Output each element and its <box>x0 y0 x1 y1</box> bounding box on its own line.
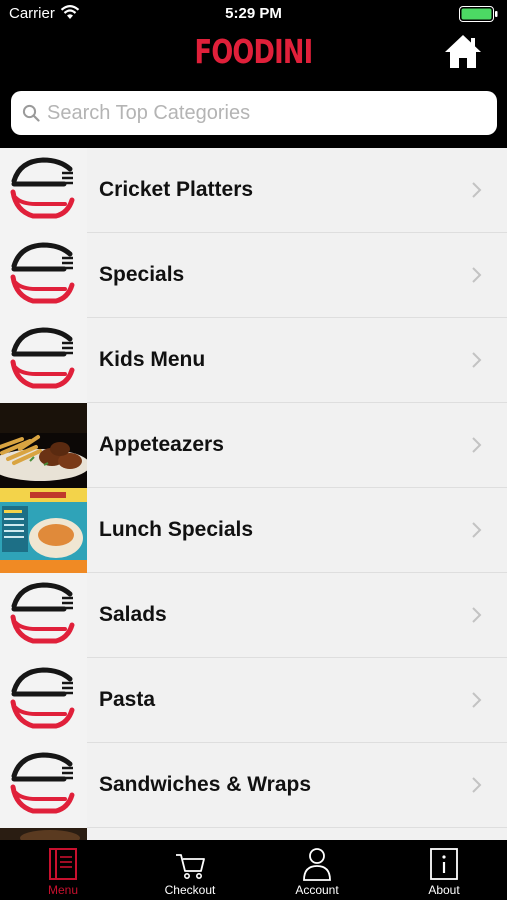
category-row-kids-menu[interactable]: Kids Menu <box>0 318 507 403</box>
category-row-appeteazers[interactable]: Appeteazers <box>0 403 507 488</box>
chevron-right-icon <box>472 777 482 793</box>
category-label: Salads <box>99 603 167 626</box>
category-label: Pasta <box>99 688 156 711</box>
category-row-lunch-specials[interactable]: Lunch Specials <box>0 488 507 573</box>
category-label: Lunch Specials <box>99 518 254 541</box>
chevron-right-icon <box>472 437 482 453</box>
restaurant-logo-icon <box>0 743 87 828</box>
category-list: Cricket Platters Specials Kids Menu Appe… <box>0 148 507 840</box>
category-row-sandwiches-wraps[interactable]: Sandwiches & Wraps <box>0 743 507 828</box>
search-icon <box>22 104 40 122</box>
category-row-partial[interactable] <box>0 828 507 840</box>
tab-about[interactable]: About <box>381 840 507 900</box>
category-row-specials[interactable]: Specials <box>0 233 507 318</box>
food-photo-thumbnail <box>0 828 87 840</box>
tab-label: About <box>428 883 460 897</box>
restaurant-logo-icon <box>0 573 87 658</box>
restaurant-logo-icon <box>0 233 87 318</box>
category-row-pasta[interactable]: Pasta <box>0 658 507 743</box>
chevron-right-icon <box>472 692 482 708</box>
battery-icon <box>459 6 498 22</box>
restaurant-logo-icon <box>0 148 87 233</box>
category-row-salads[interactable]: Salads <box>0 573 507 658</box>
tab-checkout[interactable]: Checkout <box>127 840 253 900</box>
tab-label: Account <box>295 883 339 897</box>
status-time: 5:29 PM <box>225 5 282 22</box>
app-title: FOODINI <box>194 32 314 71</box>
chevron-right-icon <box>472 352 482 368</box>
chevron-right-icon <box>472 522 482 538</box>
restaurant-logo-icon <box>0 318 87 403</box>
tab-bar: Menu Checkout Account About <box>0 840 507 900</box>
search-input[interactable] <box>47 91 487 135</box>
cart-icon <box>176 854 205 879</box>
food-photo-thumbnail <box>0 403 87 488</box>
restaurant-logo-icon <box>0 658 87 743</box>
category-label: Cricket Platters <box>99 178 254 201</box>
category-label: Kids Menu <box>99 348 206 371</box>
tab-menu[interactable]: Menu <box>0 840 126 900</box>
chevron-right-icon <box>472 182 482 198</box>
status-bar: Carrier 5:29 PM <box>0 0 507 28</box>
category-label: Appeteazers <box>99 433 224 456</box>
chevron-right-icon <box>472 607 482 623</box>
search-bar <box>11 91 497 135</box>
category-label: Specials <box>99 263 185 286</box>
app-header: FOODINI <box>0 28 507 80</box>
tab-label: Checkout <box>164 883 216 897</box>
tab-account[interactable]: Account <box>254 840 380 900</box>
menu-book-icon <box>49 848 77 880</box>
person-icon <box>303 848 331 881</box>
info-icon <box>430 848 458 880</box>
tab-label: Menu <box>47 883 79 897</box>
category-row-cricket-platters[interactable]: Cricket Platters <box>0 148 507 233</box>
category-label: Sandwiches & Wraps <box>99 773 312 796</box>
promo-flyer-thumbnail <box>0 488 87 573</box>
home-icon[interactable] <box>443 34 483 70</box>
chevron-right-icon <box>472 267 482 283</box>
